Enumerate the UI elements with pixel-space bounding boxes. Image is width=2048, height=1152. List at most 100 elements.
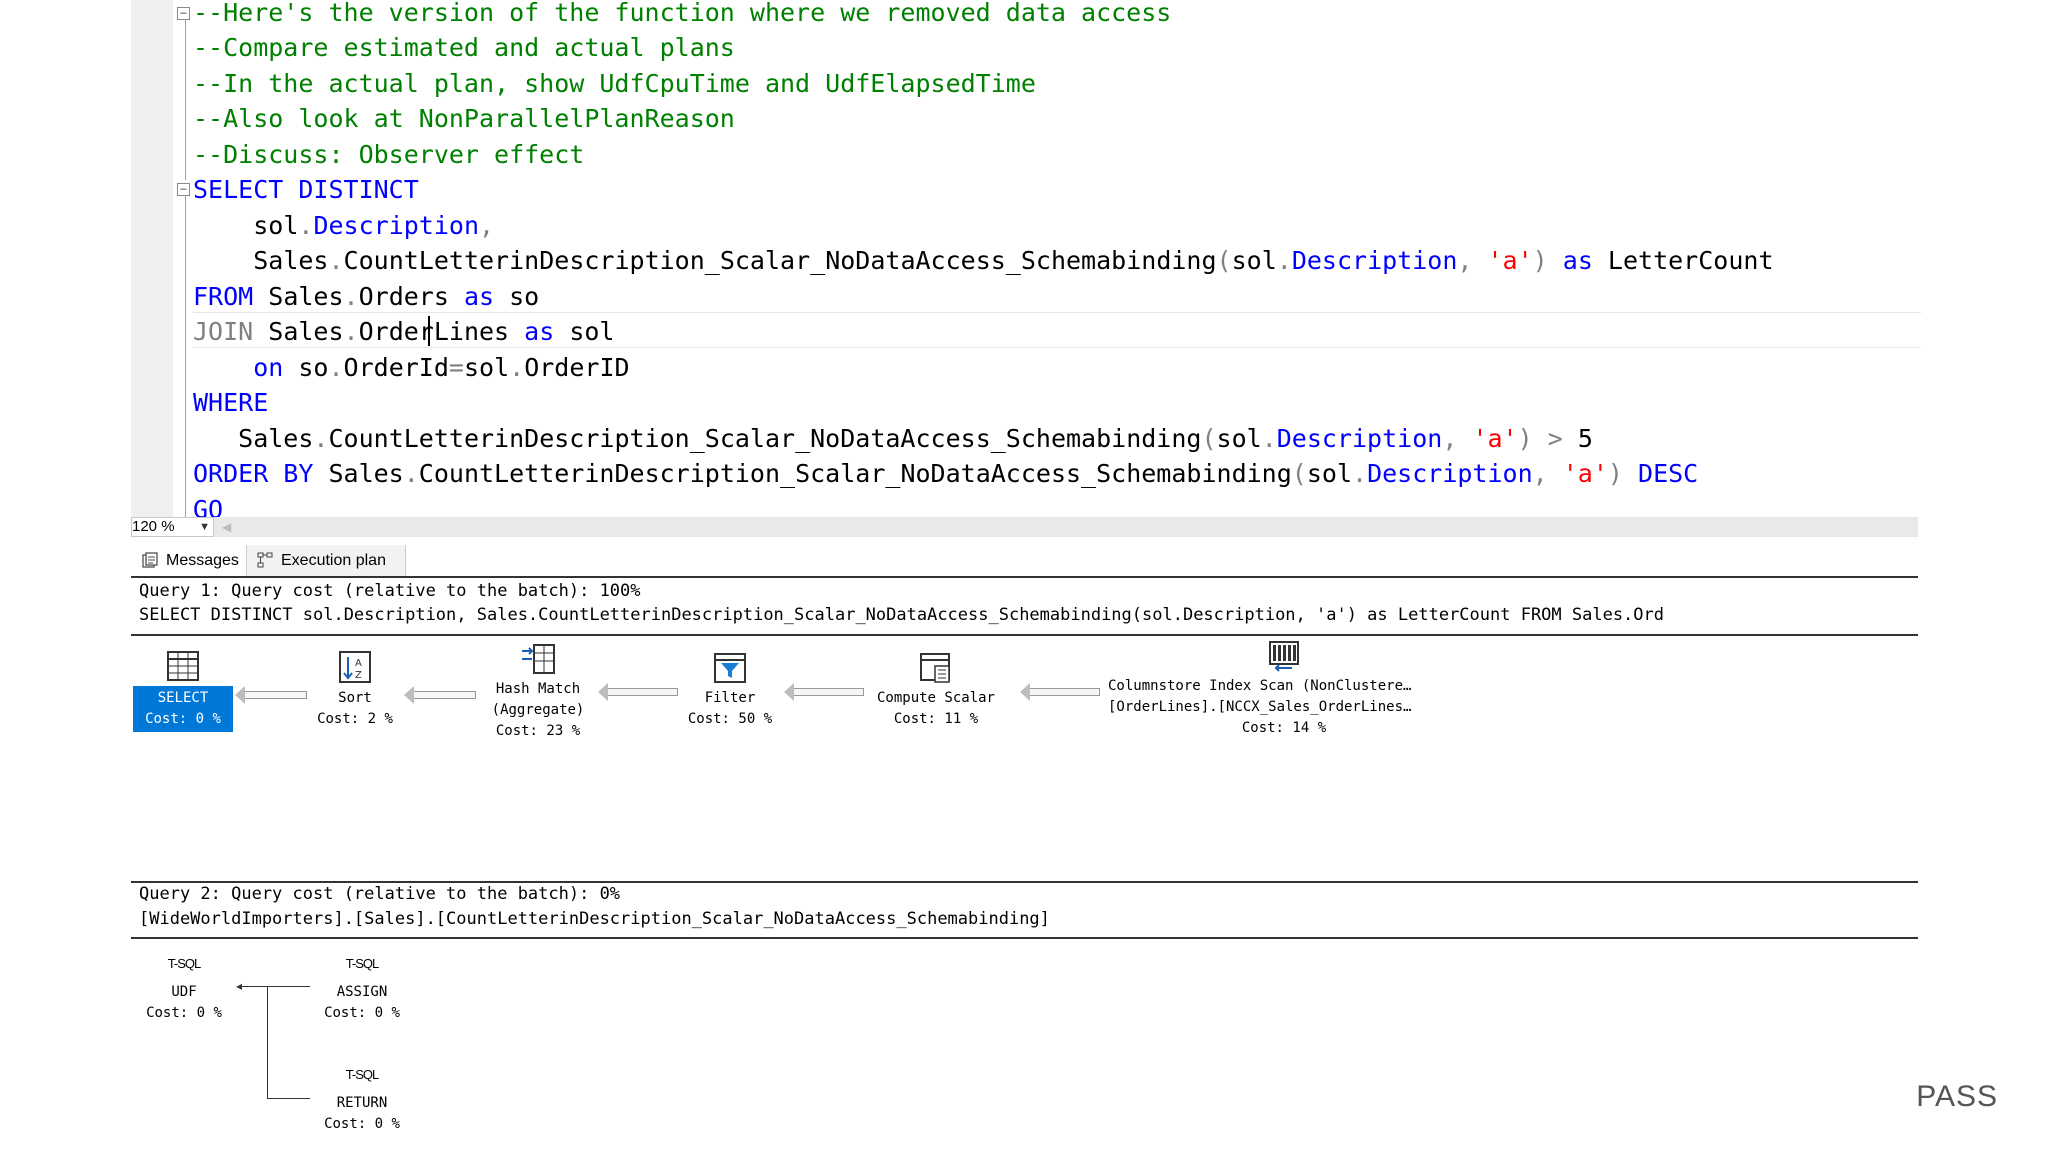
plan-arrow — [598, 683, 678, 701]
tree-connector — [267, 986, 268, 1099]
node-cost: Cost: 2 % — [317, 711, 393, 727]
code-token: . — [343, 282, 359, 311]
plan-node-assign[interactable]: T-SQL ASSIGN Cost: 0 % — [307, 953, 417, 1024]
collapse-toggle-comments[interactable]: − — [177, 7, 190, 20]
code-token: ) — [1517, 424, 1548, 453]
code-token: 'a' — [1562, 459, 1608, 488]
code-token: so — [283, 353, 329, 382]
code-token: Description — [1291, 246, 1458, 275]
horizontal-scrollbar[interactable] — [131, 517, 1918, 537]
node-name: Columnstore Index Scan (NonClustere… — [1108, 678, 1412, 694]
plan-node-sort[interactable]: AZ Sort Cost: 2 % — [300, 650, 410, 730]
node-cost: Cost: 0 % — [145, 711, 221, 727]
code-token: --Also look at NonParallelPlanReason — [193, 104, 735, 133]
code-token: Sales — [253, 282, 344, 311]
code-line: FROM Sales.Orders as so — [193, 279, 539, 314]
code-token: FROM — [193, 282, 254, 311]
code-token: --In the actual plan, show UdfCpuTime an… — [193, 69, 1036, 98]
plan-node-compute-scalar[interactable]: Compute Scalar Cost: 11 % — [866, 652, 1006, 730]
code-token: , — [1457, 246, 1488, 275]
node-name: Sort — [338, 690, 372, 706]
plan-arrow — [404, 686, 476, 704]
plan-node-select[interactable]: SELECT Cost: 0 % — [133, 650, 233, 732]
code-line: --Compare estimated and actual plans — [193, 30, 735, 65]
code-token: ) — [1607, 459, 1639, 488]
fold-guide-line — [185, 20, 186, 180]
select-node-label: SELECT Cost: 0 % — [133, 686, 233, 732]
code-token: sol — [1231, 246, 1277, 275]
code-token: Sales — [253, 246, 329, 275]
tree-arrow-icon: ◂ — [236, 979, 243, 993]
code-token: ( — [1201, 424, 1217, 453]
hash-match-icon — [522, 644, 555, 674]
code-token: . — [328, 353, 344, 382]
plan-node-hash-match[interactable]: Hash Match (Aggregate) Cost: 23 % — [478, 643, 598, 742]
code-token: so — [494, 282, 540, 311]
code-token: 5 — [1562, 424, 1593, 453]
zoom-dropdown[interactable]: 120 % ▼ — [131, 517, 214, 537]
code-token: as — [463, 282, 495, 311]
code-token: . — [1276, 246, 1292, 275]
code-token: OrderLines — [358, 317, 525, 346]
code-token: . — [1352, 459, 1368, 488]
plan-node-columnstore-scan[interactable]: Columnstore Index Scan (NonClustere… [Or… — [1104, 640, 1464, 739]
node-sub: [OrderLines].[NCCX_Sales_OrderLines… — [1108, 699, 1412, 715]
code-token: Description — [1367, 459, 1533, 488]
tsql-tag: T-SQL — [345, 1067, 380, 1082]
code-line: sol.Description, — [193, 208, 494, 243]
scroll-left-icon[interactable]: ◀ — [222, 517, 231, 537]
code-line: Sales.CountLetterinDescription_Scalar_No… — [193, 243, 1773, 278]
code-token: sol — [554, 317, 615, 346]
code-token: as — [524, 317, 555, 346]
query2-divider — [131, 937, 1918, 939]
code-token: ORDER BY — [193, 459, 314, 488]
node-name: Hash Match — [495, 681, 581, 697]
zoom-value: 120 % — [132, 518, 175, 535]
collapse-toggle-select[interactable]: − — [177, 183, 190, 196]
plan-arrow — [784, 683, 864, 701]
tree-connector — [267, 1098, 310, 1099]
code-token: on — [253, 353, 284, 382]
code-token: Orders — [358, 282, 464, 311]
tab-messages-label: Messages — [166, 552, 239, 569]
compute-scalar-icon — [920, 653, 950, 683]
messages-icon — [142, 552, 158, 568]
tab-execution-plan-label: Execution plan — [281, 552, 386, 569]
code-token: DESC — [1638, 459, 1699, 488]
tab-execution-plan[interactable]: Execution plan — [246, 545, 406, 576]
tab-messages[interactable]: Messages — [136, 545, 254, 576]
plan-node-udf[interactable]: T-SQL UDF Cost: 0 % — [134, 953, 234, 1024]
code-token: sol — [1306, 459, 1352, 488]
node-name: Filter — [704, 690, 756, 706]
code-token: sol — [1216, 424, 1262, 453]
code-token: Sales — [253, 317, 344, 346]
node-cost: Cost: 50 % — [687, 711, 773, 727]
code-token: . — [343, 317, 359, 346]
code-line: SELECT DISTINCT — [193, 172, 419, 207]
query2-header: Query 2: Query cost (relative to the bat… — [139, 884, 621, 904]
node-cost: Cost: 0 % — [324, 1116, 400, 1132]
code-line: WHERE — [193, 385, 268, 420]
code-line: --Discuss: Observer effect — [193, 137, 584, 172]
code-token: as — [1562, 246, 1593, 275]
code-token: --Here's the version of the function whe… — [193, 0, 1172, 27]
code-token: CountLetterinDescription_Scalar_NoDataAc… — [328, 424, 1202, 453]
code-token: . — [328, 246, 344, 275]
node-sub: (Aggregate) — [491, 702, 585, 718]
columnstore-scan-icon — [1269, 641, 1299, 672]
code-token: WHERE — [193, 388, 269, 417]
tree-connector — [240, 986, 310, 987]
query1-sql: SELECT DISTINCT sol.Description, Sales.C… — [139, 605, 1664, 625]
plan-node-return[interactable]: T-SQL RETURN Cost: 0 % — [307, 1064, 417, 1135]
text-caret — [428, 316, 430, 346]
code-token: , — [479, 211, 495, 240]
code-token: 'a' — [1487, 246, 1533, 275]
code-token: JOIN — [193, 317, 254, 346]
node-name: RETURN — [336, 1095, 388, 1111]
plan-node-filter[interactable]: Filter Cost: 50 % — [680, 652, 780, 730]
code-token: --Compare estimated and actual plans — [193, 33, 735, 62]
filter-icon — [714, 653, 746, 683]
